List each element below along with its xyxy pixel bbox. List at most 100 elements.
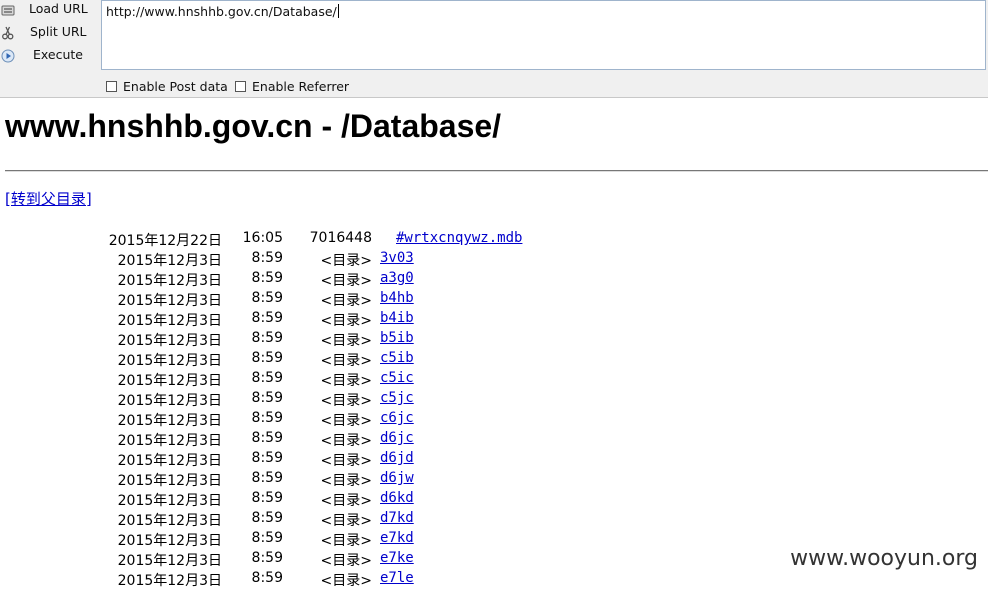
listing-row: 2015年12月3日 8:59 <目录> d6jc [0, 429, 600, 449]
listing-row: 2015年12月3日 8:59 <目录> a3g0 [0, 269, 600, 289]
hackbar-toolbar: Load URL Split URL Execute http://www.hn… [0, 0, 988, 98]
enable-referrer-label: Enable Referrer [252, 78, 350, 94]
enable-post-checkbox[interactable]: Enable Post data [106, 78, 228, 94]
listing-size: <目录> [320, 293, 372, 309]
listing-name-link[interactable]: b4hb [380, 290, 414, 306]
listing-size: <目录> [320, 273, 372, 289]
listing-size: <目录> [320, 313, 372, 329]
page-title: www.hnshhb.gov.cn - /Database/ [5, 108, 502, 144]
scissors-icon [1, 26, 15, 40]
listing-name-link[interactable]: d6jc [380, 430, 414, 446]
listing-size: <目录> [320, 533, 372, 549]
url-textarea[interactable]: http://www.hnshhb.gov.cn/Database/ [101, 0, 986, 70]
listing-date: 2015年12月3日 [117, 353, 222, 369]
listing-name-link[interactable]: e7kd [380, 530, 414, 546]
listing-size: <目录> [320, 353, 372, 369]
parent-directory-link[interactable]: [转到父目录] [5, 188, 92, 209]
listing-row: 2015年12月3日 8:59 <目录> e7ke [0, 549, 600, 569]
listing-row: 2015年12月3日 8:59 <目录> d6kd [0, 489, 600, 509]
listing-name-link[interactable]: d6jd [380, 450, 414, 466]
execute-button[interactable]: Execute [0, 46, 100, 68]
listing-name-link[interactable]: b4ib [380, 310, 414, 326]
listing-date: 2015年12月3日 [117, 533, 222, 549]
listing-size: <目录> [320, 553, 372, 569]
listing-row: 2015年12月3日 8:59 <目录> c5ic [0, 369, 600, 389]
listing-time: 8:59 [251, 550, 283, 566]
url-value: http://www.hnshhb.gov.cn/Database/ [106, 4, 339, 19]
listing-name-link[interactable]: d7kd [380, 510, 414, 526]
listing-date: 2015年12月3日 [117, 473, 222, 489]
listing-size: <目录> [320, 453, 372, 469]
listing-name-link[interactable]: a3g0 [380, 270, 414, 286]
listing-date: 2015年12月3日 [117, 393, 222, 409]
directory-listing: 2015年12月22日 16:05 7016448 #wrtxcnqywz.mdb 20… [0, 229, 600, 589]
listing-name-link[interactable]: c5jc [380, 390, 414, 406]
listing-row: 2015年12月3日 8:59 <目录> c5ib [0, 349, 600, 369]
listing-date: 2015年12月3日 [117, 313, 222, 329]
listing-name-link[interactable]: c5ib [380, 350, 414, 366]
listing-name-link[interactable]: #wrtxcnqywz.mdb [396, 230, 522, 246]
listing-row: 2015年12月3日 8:59 <目录> b4ib [0, 309, 600, 329]
listing-size: <目录> [320, 393, 372, 409]
listing-size: <目录> [320, 333, 372, 349]
listing-time: 8:59 [251, 290, 283, 306]
listing-date: 2015年12月3日 [117, 273, 222, 289]
listing-date: 2015年12月3日 [117, 433, 222, 449]
listing-date: 2015年12月3日 [117, 373, 222, 389]
listing-row: 2015年12月3日 8:59 <目录> d6jd [0, 449, 600, 469]
listing-date: 2015年12月3日 [117, 553, 222, 569]
listing-size: <目录> [320, 493, 372, 509]
referrer-checkbox-box[interactable] [235, 80, 246, 92]
horizontal-rule [5, 170, 988, 172]
load-url-button[interactable]: Load URL [0, 0, 100, 22]
listing-date: 2015年12月3日 [117, 453, 222, 469]
listing-size: <目录> [320, 413, 372, 429]
listing-name-link[interactable]: c5ic [380, 370, 414, 386]
listing-row: 2015年12月3日 8:59 <目录> c6jc [0, 409, 600, 429]
listing-date: 2015年12月3日 [117, 293, 222, 309]
listing-size: <目录> [320, 513, 372, 529]
listing-size: <目录> [320, 373, 372, 389]
listing-time: 8:59 [251, 350, 283, 366]
listing-name-link[interactable]: e7ke [380, 550, 414, 566]
listing-name-link[interactable]: d6jw [380, 470, 414, 486]
listing-date: 2015年12月3日 [117, 513, 222, 529]
enable-referrer-checkbox[interactable]: Enable Referrer [235, 78, 349, 94]
listing-date: 2015年12月3日 [117, 573, 222, 589]
split-url-button[interactable]: Split URL [0, 23, 100, 45]
listing-row: 2015年12月3日 8:59 <目录> e7le [0, 569, 600, 589]
listing-time: 8:59 [251, 250, 283, 266]
text-caret [337, 4, 339, 18]
listing-time: 8:59 [251, 370, 283, 386]
listing-date: 2015年12月3日 [117, 253, 222, 269]
watermark: www.wooyun.org [790, 546, 978, 571]
listing-name-link[interactable]: b5ib [380, 330, 414, 346]
enable-post-label: Enable Post data [123, 78, 228, 94]
listing-time: 8:59 [251, 510, 283, 526]
execute-label: Execute [33, 47, 83, 62]
listing-row: 2015年12月22日 16:05 7016448 #wrtxcnqywz.mdb [0, 229, 600, 249]
post-checkbox-box[interactable] [106, 80, 117, 92]
listing-time: 8:59 [251, 450, 283, 466]
play-icon [1, 49, 15, 63]
listing-row: 2015年12月3日 8:59 <目录> c5jc [0, 389, 600, 409]
listing-name-link[interactable]: c6jc [380, 410, 414, 426]
listing-time: 8:59 [251, 530, 283, 546]
listing-size: <目录> [320, 573, 372, 589]
listing-row: 2015年12月3日 8:59 <目录> b5ib [0, 329, 600, 349]
listing-time: 8:59 [251, 410, 283, 426]
listing-date: 2015年12月3日 [117, 333, 222, 349]
listing-row: 2015年12月3日 8:59 <目录> e7kd [0, 529, 600, 549]
listing-time: 16:05 [242, 230, 283, 246]
listing-size: <目录> [320, 253, 372, 269]
listing-time: 8:59 [251, 270, 283, 286]
listing-name-link[interactable]: 3v03 [380, 250, 414, 266]
listing-date: 2015年12月3日 [117, 493, 222, 509]
split-url-label: Split URL [30, 24, 87, 39]
listing-size: <目录> [320, 473, 372, 489]
listing-time: 8:59 [251, 570, 283, 586]
listing-row: 2015年12月3日 8:59 <目录> 3v03 [0, 249, 600, 269]
listing-name-link[interactable]: d6kd [380, 490, 414, 506]
listing-name-link[interactable]: e7le [380, 570, 414, 586]
listing-row: 2015年12月3日 8:59 <目录> d7kd [0, 509, 600, 529]
